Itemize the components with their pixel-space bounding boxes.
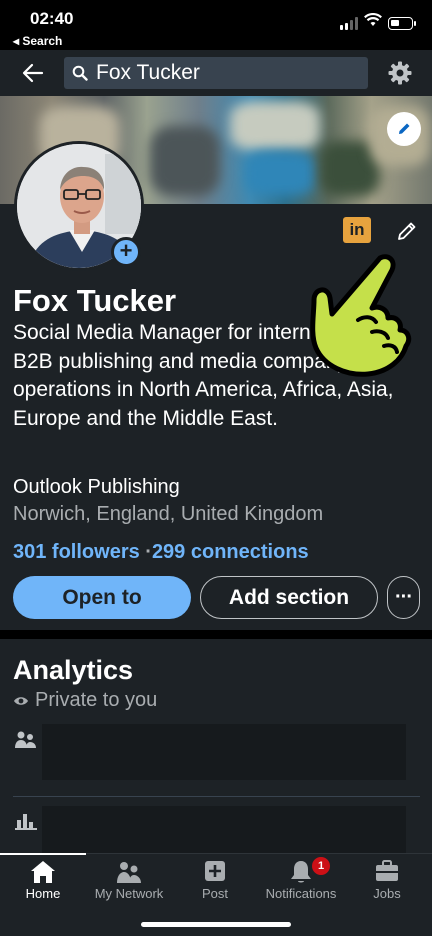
- home-icon: [31, 861, 55, 883]
- nav-home[interactable]: Home: [0, 853, 86, 910]
- back-to-search-link[interactable]: ◂ Search: [13, 34, 62, 48]
- analytics-post-impressions[interactable]: [42, 806, 406, 853]
- pencil-icon: [399, 123, 410, 134]
- briefcase-icon: [376, 860, 398, 881]
- open-to-button[interactable]: Open to: [13, 576, 191, 619]
- edit-cover-button[interactable]: [387, 112, 421, 146]
- more-actions-button[interactable]: ···: [387, 576, 420, 619]
- privacy-label: Private to you: [35, 689, 158, 711]
- edit-profile-icon[interactable]: [396, 220, 418, 242]
- nav-notifications[interactable]: 1 Notifications: [258, 854, 344, 910]
- home-indicator[interactable]: [141, 922, 291, 927]
- nav-my-network-label: My Network: [94, 886, 164, 901]
- connections-link[interactable]: 299 connections: [152, 541, 309, 563]
- followers-link[interactable]: 301 followers: [13, 541, 140, 563]
- bell-icon: [291, 861, 311, 883]
- nav-home-label: Home: [25, 886, 61, 901]
- bar-chart-icon: [15, 814, 37, 830]
- nav-my-network[interactable]: My Network: [86, 854, 172, 910]
- add-section-button[interactable]: Add section: [200, 576, 378, 619]
- signal-icon: [340, 16, 358, 30]
- pointing-hand-icon: [310, 254, 412, 377]
- status-bar: 02:40 ◂ Search: [0, 0, 432, 50]
- search-query: Fox Tucker: [96, 61, 200, 84]
- analytics-privacy: Private to you: [13, 689, 157, 712]
- search-header: Fox Tucker: [0, 50, 432, 96]
- profile-company: Outlook Publishing: [13, 476, 180, 498]
- post-icon: [205, 861, 225, 881]
- wifi-icon: [364, 13, 382, 26]
- status-time: 02:40: [30, 9, 74, 28]
- battery-icon: [388, 17, 416, 30]
- eye-icon: [14, 696, 28, 705]
- search-input[interactable]: Fox Tucker: [64, 57, 368, 89]
- search-icon: [72, 65, 88, 81]
- analytics-profile-views[interactable]: [42, 724, 406, 780]
- analytics-divider: [13, 796, 420, 797]
- profile-location: Norwich, England, United Kingdom: [13, 503, 324, 525]
- nav-post[interactable]: Post: [172, 854, 258, 910]
- back-arrow-icon[interactable]: [20, 60, 46, 86]
- people-icon: [15, 731, 36, 748]
- nav-jobs[interactable]: Jobs: [344, 854, 430, 910]
- profile-name: Fox Tucker: [13, 283, 177, 318]
- nav-notifications-label: Notifications: [265, 886, 337, 901]
- gear-icon[interactable]: [387, 60, 413, 86]
- network-icon: [117, 862, 141, 883]
- analytics-title: Analytics: [13, 655, 134, 685]
- linkedin-badge-icon[interactable]: in: [343, 217, 371, 243]
- nav-jobs-label: Jobs: [373, 886, 401, 901]
- nav-post-label: Post: [201, 886, 228, 901]
- notifications-badge: 1: [312, 857, 330, 875]
- add-photo-button[interactable]: +: [111, 237, 141, 267]
- stats-separator: ·: [139, 541, 152, 563]
- network-stats: 301 followers ·299 connections: [13, 541, 309, 564]
